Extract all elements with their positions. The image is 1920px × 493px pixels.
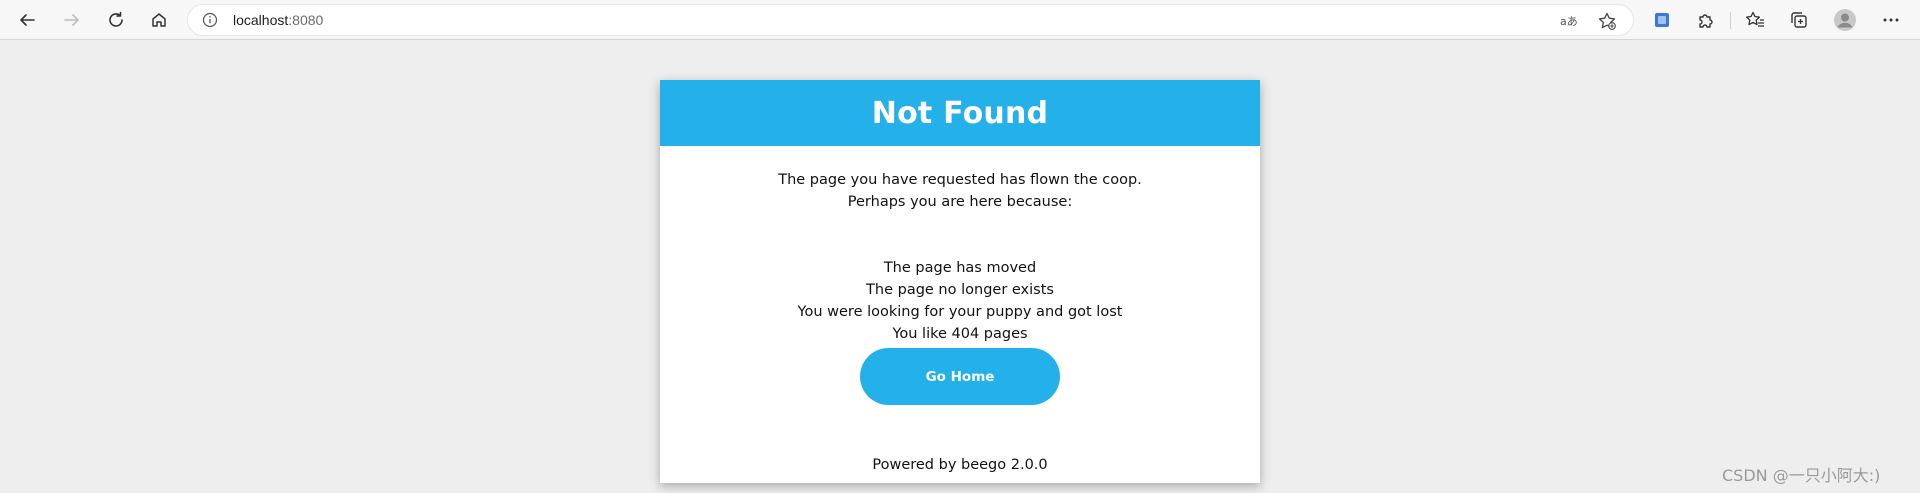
reason-item: You were looking for your puppy and got …	[797, 304, 1123, 320]
arrow-left-icon	[20, 14, 35, 26]
url-port: :8080	[288, 12, 324, 28]
extension-button[interactable]	[1644, 0, 1680, 40]
card-header: Not Found	[660, 80, 1260, 146]
info-icon[interactable]	[202, 12, 218, 28]
intro-text: The page you have requested has flown th…	[660, 169, 1260, 213]
add-favorite-icon	[1598, 12, 1616, 30]
arrow-right-icon	[64, 14, 79, 26]
card-body: The page you have requested has flown th…	[660, 169, 1260, 476]
intro-line-2: Perhaps you are here because:	[847, 194, 1073, 210]
browser-toolbar: localhost:8080 aあ	[0, 0, 1920, 40]
go-home-button[interactable]: Go Home	[860, 348, 1060, 405]
powered-by-text: Powered by beego 2.0.0	[872, 457, 1048, 473]
profile-button[interactable]	[1827, 0, 1863, 40]
home-button[interactable]	[141, 0, 177, 40]
puzzle-icon	[1699, 14, 1713, 28]
watermark: CSDN @一只小阿大:)	[1722, 466, 1881, 485]
read-aloud-button[interactable]: aあ	[1551, 5, 1587, 37]
add-favorite-button[interactable]	[1589, 5, 1625, 37]
page-title: Not Found	[871, 95, 1049, 131]
url-host: localhost	[233, 12, 289, 28]
address-url[interactable]: localhost:8080	[233, 12, 323, 28]
reason-item: The page has moved	[883, 260, 1037, 276]
address-bar[interactable]: localhost:8080 aあ	[187, 4, 1634, 36]
refresh-button[interactable]	[98, 0, 134, 40]
collections-icon	[1791, 12, 1807, 28]
intro-line-1: The page you have requested has flown th…	[778, 172, 1142, 188]
reason-item: The page no longer exists	[866, 282, 1054, 298]
extension-icon	[1655, 13, 1669, 27]
not-found-card: Not Found The page you have requested ha…	[660, 80, 1260, 483]
refresh-icon	[109, 11, 123, 27]
toolbar-separator	[1730, 12, 1731, 29]
forward-button[interactable]	[54, 0, 90, 40]
more-icon	[1883, 18, 1899, 22]
favorites-icon	[1745, 11, 1764, 27]
collections-button[interactable]	[1781, 0, 1817, 40]
svg-text:aあ: aあ	[1560, 15, 1578, 28]
favorites-button[interactable]	[1737, 0, 1773, 40]
read-aloud-icon: aあ	[1560, 15, 1578, 28]
profile-icon	[1834, 9, 1856, 31]
back-button[interactable]	[9, 0, 45, 40]
more-button[interactable]	[1873, 0, 1909, 40]
reason-item: You like 404 pages	[892, 326, 1028, 342]
reasons-list: The page has moved The page no longer ex…	[660, 257, 1260, 345]
extensions-button[interactable]	[1688, 0, 1724, 40]
home-icon	[152, 13, 166, 27]
